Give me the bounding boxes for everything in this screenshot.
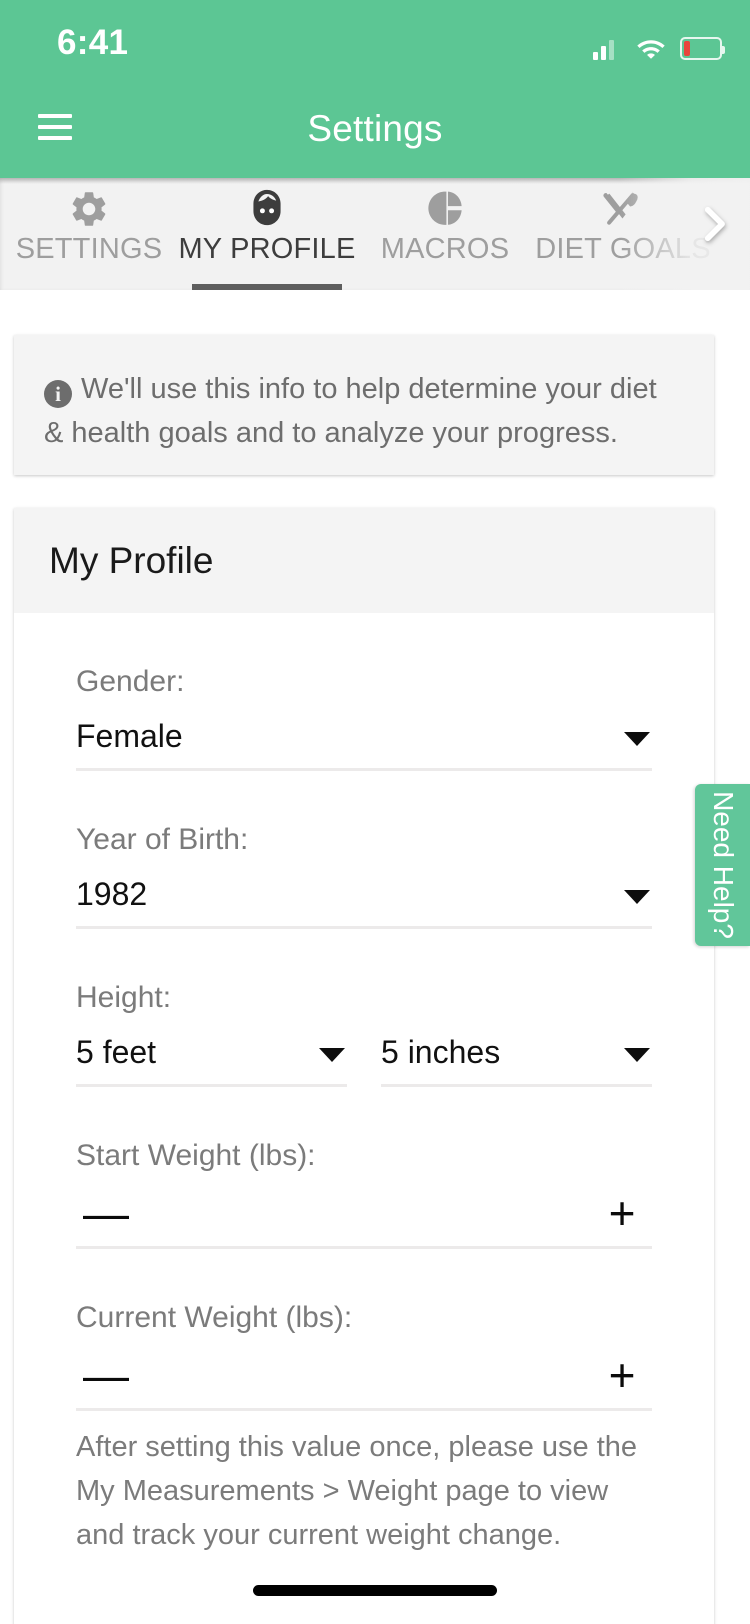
current-weight-increment-button[interactable]: + [592,1352,652,1398]
chevron-down-icon [319,1047,345,1062]
battery-low-icon [680,37,725,60]
my-profile-form: Gender: Female Year of Birth: 1982 Heigh… [14,613,714,1557]
field-height: Height: 5 feet 5 inches [76,929,652,1087]
gender-select[interactable]: Female [76,705,652,771]
app-header: 6:41 Settings [0,0,750,178]
info-icon: i [44,380,72,408]
height-selects: 5 feet 5 inches [76,1021,652,1087]
tab-diet-goals[interactable]: DIET GOALS [534,178,712,290]
start-weight-increment-button[interactable]: + [592,1190,652,1236]
pie-chart-icon [424,188,466,230]
gender-value: Female [76,718,183,754]
field-start-weight: Start Weight (lbs): — + [76,1087,652,1249]
active-tab-indicator [192,284,342,290]
status-bar-icons [593,30,725,60]
start-weight-stepper: — + [76,1179,652,1249]
info-banner: i We'll use this info to help determine y… [14,335,714,475]
page-title: Settings [307,108,443,149]
current-weight-stepper: — + [76,1341,652,1411]
info-banner-text: i We'll use this info to help determine y… [44,373,657,449]
height-inches-select[interactable]: 5 inches [381,1021,652,1087]
tab-my-profile[interactable]: MY PROFILE [178,178,356,290]
gender-label: Gender: [76,665,185,698]
chevron-down-icon [624,889,650,904]
tab-label: MY PROFILE [178,233,356,265]
cellular-signal-icon [593,38,622,60]
start-weight-label: Start Weight (lbs): [76,1139,316,1172]
height-label: Height: [76,981,172,1014]
field-year-of-birth: Year of Birth: 1982 [76,771,652,929]
home-indicator [253,1585,497,1596]
my-profile-card: My Profile Gender: Female Year of Birth:… [14,508,714,1624]
chevron-down-icon [624,1047,650,1062]
current-weight-label: Current Weight (lbs): [76,1301,353,1334]
tab-label: DIET GOALS [535,233,711,265]
current-weight-decrement-button[interactable]: — [76,1352,136,1398]
status-bar: 6:41 [0,0,750,84]
year-of-birth-value: 1982 [76,876,148,912]
face-icon [245,188,289,230]
height-feet-value: 5 feet [76,1034,157,1070]
my-profile-card-title: My Profile [49,539,214,581]
start-weight-decrement-button[interactable]: — [76,1190,136,1236]
tab-macros[interactable]: MACROS [356,178,534,290]
need-help-label: Need Help? [707,791,739,939]
field-current-weight: Current Weight (lbs): — + After setting … [76,1249,652,1557]
need-help-tab[interactable]: Need Help? [695,784,750,946]
current-weight-hint: After setting this value once, please us… [76,1431,638,1551]
chevron-right-icon[interactable] [692,202,736,246]
page-content: i We'll use this info to help determine y… [0,290,750,1624]
height-inches-value: 5 inches [381,1034,501,1070]
status-bar-time: 6:41 [57,23,129,62]
wifi-icon [637,40,665,59]
tab-bar: SETTINGS MY PROFILE MACROS DIET GOALS [0,178,750,290]
navigation-bar: Settings [0,84,750,178]
tab-label: MACROS [380,233,510,265]
gear-icon [68,188,110,230]
utensils-icon [602,188,644,230]
tab-label: SETTINGS [15,233,163,265]
year-of-birth-label: Year of Birth: [76,823,249,856]
height-feet-select[interactable]: 5 feet [76,1021,347,1087]
phone-screen: 6:41 Settings SETTINGS MY PROFILE MACROS… [0,0,750,1624]
my-profile-card-header: My Profile [14,508,714,613]
year-of-birth-select[interactable]: 1982 [76,863,652,929]
chevron-down-icon [624,731,650,746]
field-gender: Gender: Female [76,613,652,771]
tab-settings[interactable]: SETTINGS [0,178,178,290]
